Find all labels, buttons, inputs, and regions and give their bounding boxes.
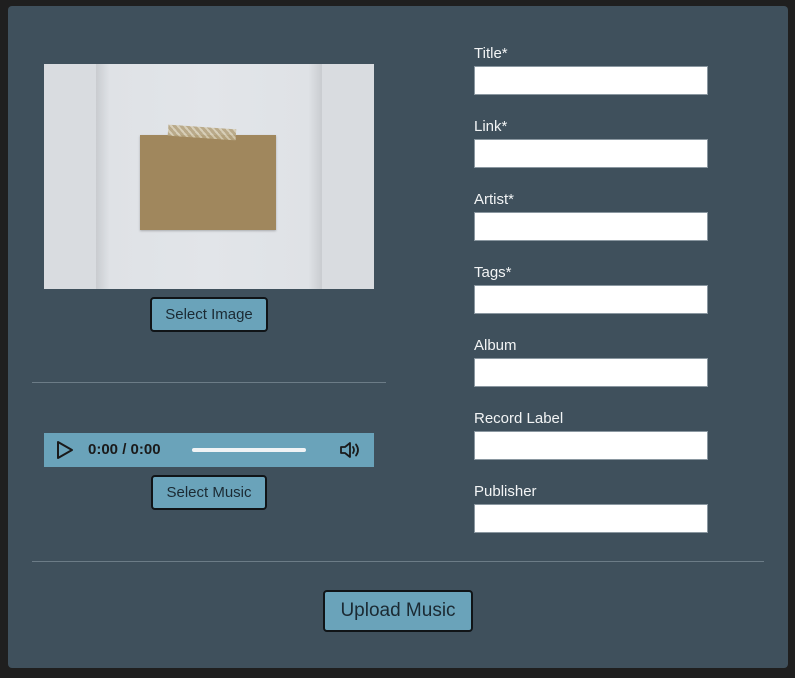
publisher-input[interactable] [474, 504, 708, 533]
album-label: Album [474, 337, 517, 354]
audio-player[interactable]: 0:00 / 0:00 [44, 433, 374, 467]
record-label-label: Record Label [474, 410, 564, 427]
record-label-input[interactable] [474, 431, 708, 460]
image-preview-card [140, 135, 276, 230]
upload-panel: Select Image 0:00 / 0:00 Select Music Ti… [8, 6, 788, 668]
play-icon[interactable] [56, 440, 74, 460]
album-input[interactable] [474, 358, 708, 387]
artist-input[interactable] [474, 212, 708, 241]
section-divider [32, 382, 386, 383]
link-input[interactable] [474, 139, 708, 168]
footer-divider [32, 561, 764, 562]
artist-label: Artist* [474, 191, 515, 208]
tags-input[interactable] [474, 285, 708, 314]
title-label: Title* [474, 45, 508, 62]
player-time: 0:00 / 0:00 [88, 441, 161, 458]
title-input[interactable] [474, 66, 708, 95]
link-label: Link* [474, 118, 508, 135]
image-preview [44, 64, 374, 289]
volume-icon[interactable] [339, 440, 363, 460]
player-progress-bar[interactable] [192, 448, 306, 452]
tags-label: Tags* [474, 264, 512, 281]
publisher-label: Publisher [474, 483, 537, 500]
select-music-button[interactable]: Select Music [151, 475, 267, 510]
select-image-button[interactable]: Select Image [150, 297, 268, 332]
upload-music-button[interactable]: Upload Music [323, 590, 473, 632]
